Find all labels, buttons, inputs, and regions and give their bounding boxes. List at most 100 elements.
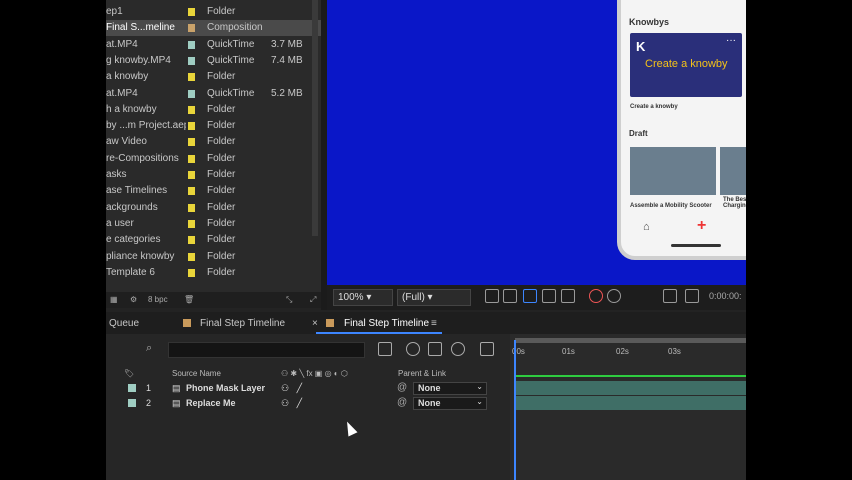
work-area-bar[interactable] <box>515 338 746 343</box>
layer-label-color[interactable] <box>128 384 136 392</box>
delete-icon[interactable]: 🗑 <box>184 295 194 304</box>
layer-switches[interactable]: ⚇ ╱ <box>281 383 302 394</box>
resize-icon[interactable]: ⤡ <box>286 295 292 305</box>
tab-final-step-timeline[interactable]: Final Step Timeline <box>200 318 285 329</box>
tab-final-step-timeline-active[interactable]: Final Step Timeline <box>344 318 429 329</box>
label-color-swatch[interactable] <box>188 89 195 98</box>
layer-row[interactable]: 2 ▤ Replace Me ⚇ ╱ @ None ⌄ <box>106 396 510 411</box>
label-color-swatch[interactable] <box>188 154 195 163</box>
project-item[interactable]: h a knowby Folder <box>106 102 321 118</box>
project-item[interactable]: a knowby Folder <box>106 69 321 85</box>
project-item[interactable]: re-Compositions Folder <box>106 151 321 167</box>
search-icon[interactable]: ⌕ <box>146 342 152 355</box>
project-item[interactable]: aw Video Folder <box>106 134 321 150</box>
label-color-swatch[interactable] <box>188 73 195 82</box>
layer-duration-bar[interactable] <box>516 396 746 410</box>
close-tab-icon[interactable]: × <box>312 318 318 329</box>
label-color-swatch[interactable] <box>188 122 195 131</box>
expand-icon[interactable]: ⤢ <box>310 295 316 305</box>
label-color-swatch[interactable] <box>188 236 195 245</box>
project-item-name: at.MP4 <box>106 38 138 50</box>
project-item[interactable]: ep1 Folder <box>106 4 321 20</box>
comp-mini-flowchart-icon[interactable] <box>378 342 392 356</box>
color-channel-icon[interactable] <box>589 289 603 303</box>
parent-select[interactable]: None ⌄ <box>413 382 487 395</box>
label-color-swatch[interactable] <box>188 40 195 49</box>
bpc-label[interactable]: 8 bpc <box>148 295 168 304</box>
grid-icon[interactable] <box>561 289 575 303</box>
shy-layers-icon[interactable] <box>428 342 442 356</box>
tab-render-queue[interactable]: Queue <box>109 318 139 329</box>
project-item-name: a user <box>106 217 134 229</box>
project-item[interactable]: at.MP4 QuickTime 5.2 MB <box>106 86 321 102</box>
layer-switches[interactable]: ⚇ ╱ <box>281 398 302 409</box>
project-item[interactable]: ackgrounds Folder <box>106 200 321 216</box>
layer-name[interactable]: Phone Mask Layer <box>186 383 265 393</box>
parent-select[interactable]: None ⌄ <box>413 397 487 410</box>
project-item[interactable]: Final S...meline Composition <box>106 20 321 37</box>
timeline-graph-area[interactable]: 00s 01s 02s 03s <box>510 334 746 480</box>
motion-blur-icon[interactable] <box>451 342 465 356</box>
layer-name[interactable]: Replace Me <box>186 398 236 408</box>
tab-menu-icon[interactable]: ≡ <box>431 318 437 329</box>
current-time-indicator[interactable] <box>514 340 516 480</box>
phone-mockup: Knowbys K ··· Create a knowby Create a k… <box>617 0 746 260</box>
settings-icon[interactable]: ⚙ <box>130 295 137 304</box>
snapshot-icon[interactable] <box>485 289 499 303</box>
camera-icon[interactable] <box>663 289 677 303</box>
transparency-grid-icon[interactable] <box>503 289 517 303</box>
project-item[interactable]: asks Folder <box>106 167 321 183</box>
project-item-name: Template 6 <box>106 266 155 278</box>
layer-duration-bar[interactable] <box>516 381 746 395</box>
trash-icon[interactable]: ▦ <box>110 295 118 304</box>
project-item-type: Folder <box>207 6 236 17</box>
project-item-type: Folder <box>207 185 236 197</box>
label-color-swatch[interactable] <box>188 56 195 65</box>
label-color-swatch[interactable] <box>188 24 195 33</box>
project-item[interactable]: by ...m Project.aep Folder <box>106 118 321 134</box>
label-color-swatch[interactable] <box>188 219 195 228</box>
layer-duration-bar[interactable] <box>516 375 746 377</box>
ruler-tick-label: 03s <box>668 347 681 356</box>
reset-exposure-icon[interactable] <box>607 289 621 303</box>
label-color-swatch[interactable] <box>188 268 195 277</box>
project-item[interactable]: ase Timelines Folder <box>106 183 321 199</box>
resolution-select[interactable]: (Full) ▾ <box>397 289 471 306</box>
project-item-type: QuickTime <box>207 54 255 66</box>
graph-editor-icon[interactable] <box>480 342 494 356</box>
show-channel-icon[interactable] <box>685 289 699 303</box>
add-icon: + <box>697 217 707 234</box>
label-color-swatch[interactable] <box>188 171 195 179</box>
project-item[interactable]: e categories Folder <box>106 232 321 248</box>
project-item-name: h a knowby <box>106 103 157 115</box>
zoom-select[interactable]: 100% ▾ <box>333 289 393 306</box>
label-color-swatch[interactable] <box>188 105 195 114</box>
project-item[interactable]: Template 6 Folder <box>106 265 321 281</box>
project-scrollbar[interactable] <box>312 0 318 236</box>
label-color-swatch[interactable] <box>188 138 195 147</box>
project-item[interactable]: at.MP4 QuickTime 3.7 MB <box>106 37 321 53</box>
current-timecode[interactable]: 0:00:00: <box>709 291 742 301</box>
region-of-interest-icon[interactable] <box>523 289 537 303</box>
layer-label-color[interactable] <box>128 399 136 407</box>
layer-search-input[interactable] <box>168 342 365 358</box>
project-item[interactable]: a user Folder <box>106 216 321 232</box>
pick-whip-icon[interactable]: @ <box>397 382 407 393</box>
pick-whip-icon[interactable]: @ <box>397 397 407 408</box>
label-color-swatch[interactable] <box>188 252 195 261</box>
chevron-down-icon: ⌄ <box>476 397 483 406</box>
label-color-swatch[interactable] <box>188 203 195 212</box>
project-item[interactable]: g knowby.MP4 QuickTime 7.4 MB <box>106 53 321 69</box>
label-color-swatch[interactable] <box>188 8 195 16</box>
draft-3d-icon[interactable] <box>406 342 420 356</box>
source-name-header[interactable]: Source Name <box>172 369 221 378</box>
label-color-swatch[interactable] <box>188 187 195 196</box>
layer-row[interactable]: 1 ▤ Phone Mask Layer ⚇ ╱ @ None ⌄ <box>106 381 510 396</box>
safe-margins-icon[interactable] <box>542 289 556 303</box>
project-item[interactable]: pliance knowby Folder <box>106 249 321 265</box>
comp-layer-icon: ▤ <box>172 398 181 408</box>
composition-viewer[interactable]: Knowbys K ··· Create a knowby Create a k… <box>327 0 746 285</box>
parent-link-header[interactable]: Parent & Link <box>398 369 446 378</box>
project-item-name: Final S...meline <box>106 22 175 34</box>
zoom-value: 100% <box>338 292 364 303</box>
